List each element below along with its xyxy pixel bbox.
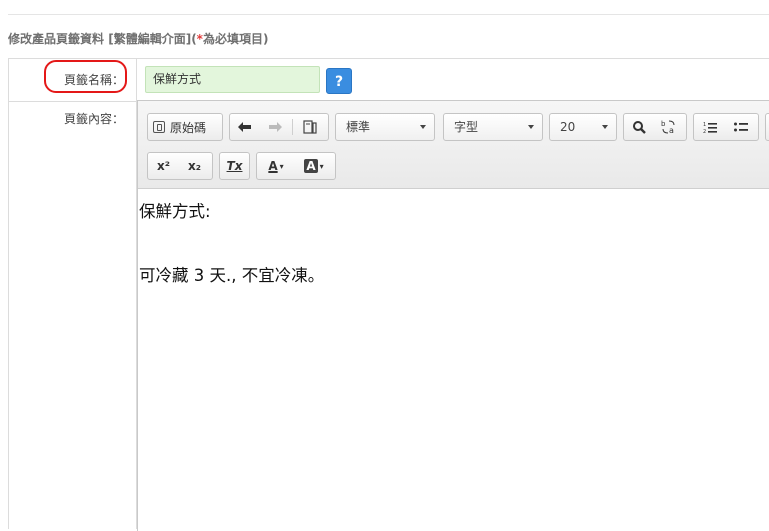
bulleted-list-button[interactable] bbox=[725, 114, 756, 140]
replace-button[interactable]: b a bbox=[654, 114, 684, 140]
size-select[interactable]: 20 bbox=[549, 113, 617, 141]
section-title-mode: [繁體編輯介面] bbox=[108, 32, 192, 46]
superscript-icon: x² bbox=[157, 159, 170, 173]
remove-format-icon: Tx bbox=[226, 159, 243, 173]
caret-down-icon: ▾ bbox=[279, 161, 284, 171]
tab-name-input[interactable]: 保鮮方式 bbox=[145, 66, 320, 93]
caret-down-icon bbox=[420, 125, 426, 129]
section-title-required-text: 為必填項目) bbox=[202, 32, 269, 46]
redo-button[interactable] bbox=[260, 114, 290, 140]
bg-color-icon: A bbox=[304, 159, 318, 173]
size-select-value: 20 bbox=[560, 120, 576, 134]
undo-group bbox=[229, 113, 329, 141]
rich-text-editor: 原始碼 標準 字型 20 b a 1 2 x² x₂ Tx A ▾ A ▾ 保鮮… bbox=[137, 100, 769, 531]
text-color-icon: A bbox=[268, 159, 278, 173]
subscript-button[interactable]: x₂ bbox=[179, 153, 210, 179]
section-title: 修改產品頁籤資料 [繁體編輯介面](*為必填項目) bbox=[8, 30, 268, 47]
caret-down-icon bbox=[528, 125, 534, 129]
find-button[interactable] bbox=[624, 114, 654, 140]
font-select-value: 字型 bbox=[454, 120, 479, 134]
paste-icon bbox=[303, 120, 317, 134]
color-group: A ▾ A ▾ bbox=[256, 152, 336, 180]
subscript-icon: x₂ bbox=[188, 159, 201, 173]
overflow-button-group[interactable] bbox=[765, 113, 769, 141]
tab-content-label: 頁籤內容： bbox=[63, 112, 124, 126]
content-line-2: 可冷藏 3 天., 不宜冷凍。 bbox=[139, 266, 325, 285]
label-column: 頁籤名稱： 頁籤內容： bbox=[9, 59, 137, 529]
numbered-list-icon: 1 2 bbox=[703, 122, 717, 134]
format-select-value: 標準 bbox=[346, 120, 371, 134]
toolbar-separator bbox=[292, 119, 293, 135]
replace-icon: b a bbox=[661, 120, 675, 135]
source-button-group: 原始碼 bbox=[147, 113, 223, 141]
find-icon bbox=[632, 120, 646, 134]
caret-down-icon: ▾ bbox=[319, 161, 324, 171]
bg-color-button[interactable]: A ▾ bbox=[295, 153, 333, 179]
editor-content[interactable]: 保鮮方式: 可冷藏 3 天., 不宜冷凍。 bbox=[138, 189, 769, 531]
superscript-button[interactable]: x² bbox=[148, 153, 179, 179]
svg-text:1: 1 bbox=[703, 122, 706, 128]
svg-text:2: 2 bbox=[703, 129, 706, 134]
svg-text:a: a bbox=[669, 126, 674, 135]
source-icon bbox=[153, 121, 165, 133]
top-divider bbox=[8, 14, 769, 15]
remove-format-button[interactable]: Tx bbox=[220, 153, 249, 179]
bulleted-list-icon bbox=[733, 122, 748, 131]
undo-button[interactable] bbox=[230, 114, 260, 140]
list-group: 1 2 bbox=[693, 113, 759, 141]
caret-down-icon bbox=[602, 125, 608, 129]
format-select[interactable]: 標準 bbox=[335, 113, 435, 141]
editor-toolbar: 原始碼 標準 字型 20 b a 1 2 x² x₂ Tx A ▾ A ▾ bbox=[138, 101, 769, 189]
script-group: x² x₂ bbox=[147, 152, 213, 180]
source-button-label: 原始碼 bbox=[170, 120, 207, 135]
remove-format-group: Tx bbox=[219, 152, 250, 180]
highlight-ring bbox=[44, 60, 127, 93]
text-color-button[interactable]: A ▾ bbox=[257, 153, 295, 179]
source-button[interactable]: 原始碼 bbox=[148, 114, 211, 140]
redo-icon bbox=[269, 122, 282, 132]
find-group: b a bbox=[623, 113, 687, 141]
help-button[interactable]: ? bbox=[326, 68, 352, 94]
undo-icon bbox=[238, 122, 251, 132]
numbered-list-button[interactable]: 1 2 bbox=[694, 114, 725, 140]
content-line-1: 保鮮方式: bbox=[139, 202, 211, 221]
section-title-main: 修改產品頁籤資料 bbox=[8, 32, 105, 46]
paste-button[interactable] bbox=[295, 114, 325, 140]
svg-text:b: b bbox=[661, 120, 666, 128]
font-select[interactable]: 字型 bbox=[443, 113, 543, 141]
